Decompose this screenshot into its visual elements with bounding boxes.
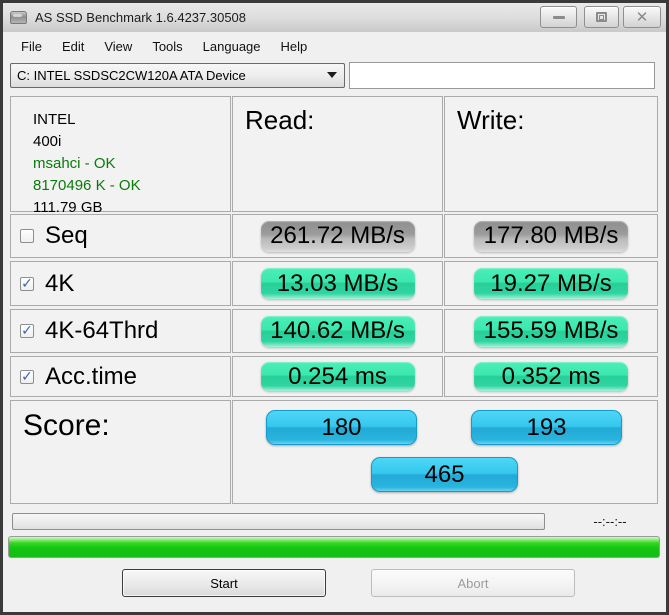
drive-select-value: C: INTEL SSDSC2CW120A ATA Device: [17, 68, 246, 83]
window-title: AS SSD Benchmark 1.6.4237.30508: [35, 10, 247, 25]
row-acctime: ✓ Acc.time: [10, 356, 231, 397]
drive-info-panel: INTEL 400i msahci - OK 8170496 K - OK 11…: [10, 96, 231, 216]
row-4k: ✓ 4K: [10, 261, 231, 306]
seq-label: Seq: [45, 222, 88, 249]
score-panel: 180 193 465: [232, 400, 658, 504]
chevron-down-icon: [327, 72, 337, 78]
4k-label: 4K: [45, 269, 75, 297]
abort-button[interactable]: Abort: [371, 569, 575, 597]
score-total: 465: [371, 457, 518, 492]
menu-edit[interactable]: Edit: [52, 35, 94, 58]
seq-checkbox[interactable]: [20, 229, 34, 243]
seq-write-value: 177.80 MB/s: [474, 220, 628, 252]
app-window: AS SSD Benchmark 1.6.4237.30508 ✕ File E…: [0, 0, 669, 615]
4k64thrd-write-value: 155.59 MB/s: [474, 315, 628, 347]
offset-status: 8170496 K - OK: [33, 177, 141, 194]
4k-write-cell: 19.27 MB/s: [444, 261, 658, 306]
score-read: 180: [266, 410, 417, 445]
acctime-write-cell: 0.352 ms: [444, 356, 658, 397]
score-label: Score:: [10, 400, 231, 504]
4k-checkbox[interactable]: ✓: [20, 276, 34, 291]
seq-read-value: 261.72 MB/s: [260, 220, 415, 252]
benchmark-progress-bar: [12, 513, 545, 530]
score-write: 193: [471, 410, 622, 445]
acctime-read-value: 0.254 ms: [260, 362, 415, 391]
menu-bar: File Edit View Tools Language Help: [3, 33, 666, 59]
4k64thrd-read-value: 140.62 MB/s: [260, 315, 415, 347]
write-column-header: Write:: [444, 96, 658, 212]
info-textbox[interactable]: [349, 62, 655, 89]
maximize-button[interactable]: [584, 6, 619, 28]
4k-read-value: 13.03 MB/s: [260, 268, 415, 299]
elapsed-time: --:--:--: [593, 514, 627, 529]
acctime-read-cell: 0.254 ms: [232, 356, 443, 397]
driver-status: msahci - OK: [33, 155, 116, 172]
row-4k64thrd: ✓ 4K-64Thrd: [10, 309, 231, 353]
minimize-button[interactable]: [540, 6, 577, 28]
drive-firmware: 400i: [33, 133, 62, 150]
read-column-header: Read:: [232, 96, 443, 212]
seq-read-cell: 261.72 MB/s: [232, 214, 443, 258]
4k-write-value: 19.27 MB/s: [474, 268, 628, 299]
acctime-write-value: 0.352 ms: [474, 362, 628, 391]
drive-vendor: INTEL: [33, 111, 76, 128]
acctime-label: Acc.time: [45, 362, 138, 390]
menu-view[interactable]: View: [94, 35, 142, 58]
seq-write-cell: 177.80 MB/s: [444, 214, 658, 258]
menu-file[interactable]: File: [11, 35, 52, 58]
menu-language[interactable]: Language: [193, 35, 271, 58]
start-button[interactable]: Start: [122, 569, 326, 597]
row-seq: Seq: [10, 214, 231, 258]
acctime-checkbox[interactable]: ✓: [20, 369, 34, 384]
4k64thrd-read-cell: 140.62 MB/s: [232, 309, 443, 353]
app-icon: [10, 11, 27, 24]
overall-progress-bar: [8, 536, 660, 558]
minimize-icon: [552, 15, 565, 19]
drive-select[interactable]: C: INTEL SSDSC2CW120A ATA Device: [10, 63, 345, 88]
4k64thrd-label: 4K-64Thrd: [45, 317, 159, 344]
4k64thrd-checkbox[interactable]: ✓: [20, 323, 34, 338]
menu-help[interactable]: Help: [271, 35, 318, 58]
4k64thrd-write-cell: 155.59 MB/s: [444, 309, 658, 353]
4k-read-cell: 13.03 MB/s: [232, 261, 443, 306]
menu-tools[interactable]: Tools: [142, 35, 192, 58]
close-icon: ✕: [635, 8, 649, 26]
close-button[interactable]: ✕: [623, 6, 661, 28]
maximize-icon: [596, 12, 607, 22]
